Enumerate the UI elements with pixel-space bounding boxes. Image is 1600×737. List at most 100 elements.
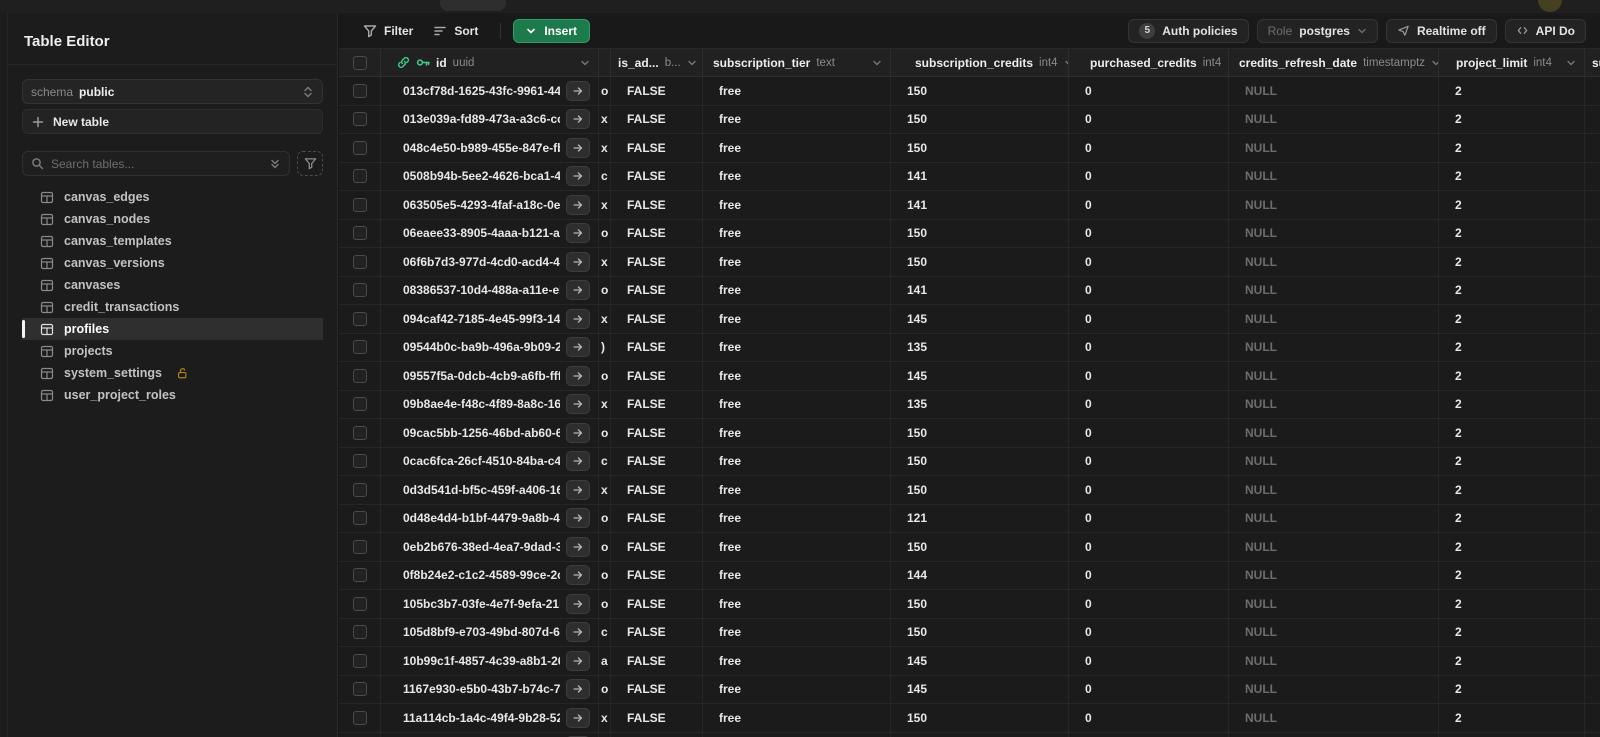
cell-credits-refresh-date[interactable]: NULL: [1229, 390, 1439, 418]
column-header-project-limit[interactable]: project_limit int4: [1439, 49, 1585, 76]
table-row[interactable]: 105bc3b7-03fe-4e7f-9efa-21bb40... o FALS…: [339, 590, 1600, 619]
cell-project-limit[interactable]: 2: [1439, 362, 1585, 390]
table-row[interactable]: 094caf42-7185-4e45-99f3-14abee... x FALS…: [339, 305, 1600, 334]
cell-is-admin[interactable]: FALSE: [611, 219, 703, 247]
expand-row-button[interactable]: [566, 337, 590, 358]
cell-truncated[interactable]: NULL: [1585, 305, 1600, 333]
expand-row-button[interactable]: [566, 166, 590, 187]
cell-clipped[interactable]: c: [599, 618, 611, 646]
cell-subscription-credits[interactable]: 145: [891, 305, 1069, 333]
expand-row-button[interactable]: [566, 109, 590, 130]
cell-subscription-tier[interactable]: free: [703, 276, 891, 304]
table-row[interactable]: 09cac5bb-1256-46bd-ab60-64ed... o FALSE …: [339, 419, 1600, 448]
cell-purchased-credits[interactable]: 0: [1069, 590, 1229, 618]
filter-button[interactable]: Filter: [353, 19, 423, 43]
table-row[interactable]: 09b8ae4e-f48c-4f89-8a8c-1629b... x FALSE…: [339, 390, 1600, 419]
cell-purchased-credits[interactable]: 0: [1069, 248, 1229, 276]
cell-is-admin[interactable]: FALSE: [611, 77, 703, 105]
column-header-truncated[interactable]: su: [1585, 49, 1600, 76]
cell-is-admin[interactable]: FALSE: [611, 533, 703, 561]
cell-credits-refresh-date[interactable]: NULL: [1229, 134, 1439, 162]
cell-is-admin[interactable]: FALSE: [611, 248, 703, 276]
expand-row-button[interactable]: [566, 707, 590, 728]
cell-project-limit[interactable]: 2: [1439, 476, 1585, 504]
cell-project-limit[interactable]: 2: [1439, 618, 1585, 646]
cell-project-limit[interactable]: 2: [1439, 162, 1585, 190]
expand-row-button[interactable]: [566, 593, 590, 614]
cell-project-limit[interactable]: 2: [1439, 219, 1585, 247]
cell-truncated[interactable]: NULL: [1585, 676, 1600, 704]
cell-project-limit[interactable]: 2: [1439, 447, 1585, 475]
cell-clipped[interactable]: o: [599, 533, 611, 561]
cell-purchased-credits[interactable]: 0: [1069, 675, 1229, 703]
cell-id[interactable]: 105bc3b7-03fe-4e7f-9efa-21bb40...: [381, 590, 599, 618]
table-row[interactable]: 09557f5a-0dcb-4cb9-a6fb-fff366... o FALS…: [339, 362, 1600, 391]
cell-subscription-credits[interactable]: 145: [891, 362, 1069, 390]
column-menu-icon[interactable]: [687, 58, 697, 68]
cell-credits-refresh-date[interactable]: NULL: [1229, 77, 1439, 105]
row-checkbox[interactable]: [352, 112, 367, 127]
expand-row-button[interactable]: [566, 536, 590, 557]
cell-purchased-credits[interactable]: 0: [1069, 419, 1229, 447]
cell-subscription-credits[interactable]: 141: [891, 191, 1069, 219]
table-row[interactable]: [339, 732, 1600, 737]
cell-project-limit[interactable]: 2: [1439, 305, 1585, 333]
table-row[interactable]: 0508b94b-5ee2-4626-bca1-4bca... c FALSE …: [339, 162, 1600, 191]
cell-project-limit[interactable]: 2: [1439, 561, 1585, 589]
expand-row-button[interactable]: [566, 365, 590, 386]
cell-purchased-credits[interactable]: 0: [1069, 219, 1229, 247]
cell-truncated[interactable]: [1585, 733, 1600, 737]
role-select-button[interactable]: Role postgres: [1256, 18, 1378, 43]
expand-row-button[interactable]: [566, 622, 590, 643]
cell-project-limit[interactable]: 2: [1439, 248, 1585, 276]
cell-purchased-credits[interactable]: 0: [1069, 305, 1229, 333]
cell-project-limit[interactable]: 2: [1439, 390, 1585, 418]
cell-subscription-tier[interactable]: free: [703, 362, 891, 390]
cell-credits-refresh-date[interactable]: NULL: [1229, 362, 1439, 390]
cell-subscription-tier[interactable]: free: [703, 390, 891, 418]
row-checkbox[interactable]: [352, 710, 367, 725]
cell-id[interactable]: 11a114cb-1a4c-49f4-9b28-52219ec...: [381, 704, 599, 732]
cell-project-limit[interactable]: 2: [1439, 191, 1585, 219]
cell-clipped[interactable]: x: [599, 134, 611, 162]
cell-id[interactable]: 1167e930-e5b0-43b7-b74c-788c9...: [381, 675, 599, 703]
cell-purchased-credits[interactable]: 0: [1069, 533, 1229, 561]
cell-subscription-credits[interactable]: 150: [891, 590, 1069, 618]
cell-subscription-credits[interactable]: 150: [891, 77, 1069, 105]
cell-credits-refresh-date[interactable]: NULL: [1229, 162, 1439, 190]
cell-project-limit[interactable]: 2: [1439, 333, 1585, 361]
expand-row-button[interactable]: [566, 80, 590, 101]
cell-subscription-credits[interactable]: 150: [891, 219, 1069, 247]
cell-project-limit[interactable]: 2: [1439, 105, 1585, 133]
cell-truncated[interactable]: NULL: [1585, 163, 1600, 191]
cell-credits-refresh-date[interactable]: NULL: [1229, 305, 1439, 333]
expand-row-button[interactable]: [566, 194, 590, 215]
cell-credits-refresh-date[interactable]: NULL: [1229, 219, 1439, 247]
cell-id[interactable]: 10b99c1f-4857-4c39-a8b1-263b8...: [381, 647, 599, 675]
cell-is-admin[interactable]: FALSE: [611, 447, 703, 475]
table-row[interactable]: 063505e5-4293-4faf-a18c-0e65b... x FALSE…: [339, 191, 1600, 220]
cell-subscription-tier[interactable]: free: [703, 248, 891, 276]
row-checkbox[interactable]: [352, 539, 367, 554]
cell-subscription-tier[interactable]: free: [703, 219, 891, 247]
column-header-purchased-credits[interactable]: purchased_credits int4: [1069, 49, 1229, 76]
cell-truncated[interactable]: NULL: [1585, 590, 1600, 618]
cell-subscription-tier[interactable]: free: [703, 675, 891, 703]
cell-subscription-tier[interactable]: free: [703, 476, 891, 504]
cell-subscription-credits[interactable]: 145: [891, 647, 1069, 675]
row-checkbox[interactable]: [352, 340, 367, 355]
cell-truncated[interactable]: NULL: [1585, 77, 1600, 105]
cell-subscription-tier[interactable]: free: [703, 647, 891, 675]
cell-project-limit[interactable]: 2: [1439, 276, 1585, 304]
cell-project-limit[interactable]: 2: [1439, 533, 1585, 561]
cell-is-admin[interactable]: FALSE: [611, 105, 703, 133]
row-checkbox[interactable]: [352, 482, 367, 497]
cell-id[interactable]: 09b8ae4e-f48c-4f89-8a8c-1629b...: [381, 390, 599, 418]
cell-project-limit[interactable]: 2: [1439, 590, 1585, 618]
cell-is-admin[interactable]: FALSE: [611, 276, 703, 304]
cell-subscription-credits[interactable]: 150: [891, 704, 1069, 732]
cell-clipped[interactable]: o: [599, 219, 611, 247]
row-checkbox[interactable]: [352, 254, 367, 269]
cell-clipped[interactable]: x: [599, 390, 611, 418]
cell-id[interactable]: 09544b0c-ba9b-496a-9b09-244...: [381, 333, 599, 361]
